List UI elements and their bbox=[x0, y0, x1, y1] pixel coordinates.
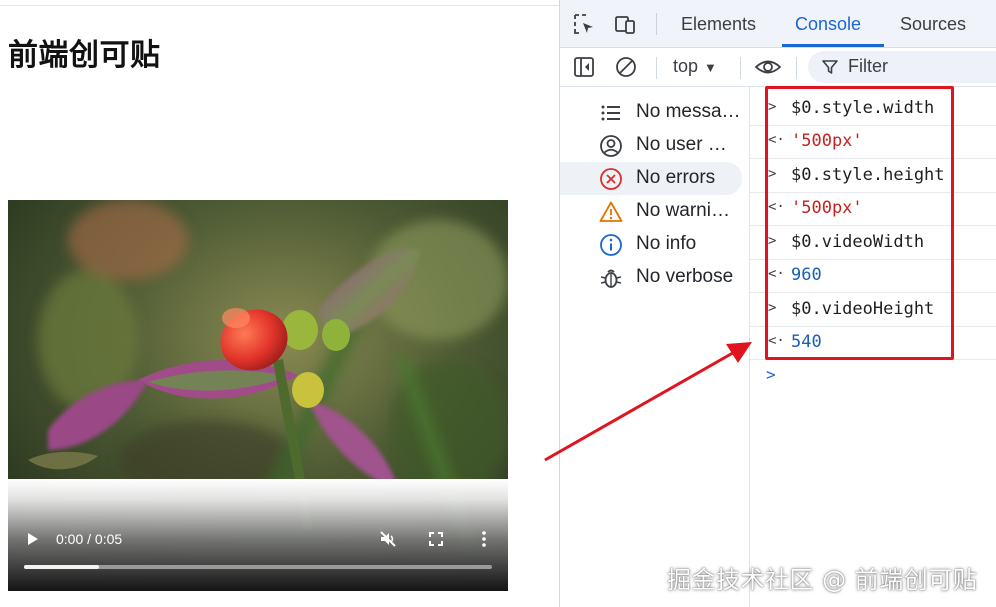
devtools-tabbar: Elements Console Sources bbox=[560, 0, 996, 48]
eye-icon[interactable] bbox=[754, 55, 782, 79]
console-toolbar: top ▼ Filter bbox=[560, 48, 996, 87]
filter-input[interactable]: Filter bbox=[808, 51, 996, 83]
divider bbox=[740, 57, 741, 79]
sidebar-item-label: No verbose bbox=[636, 266, 734, 287]
bug-icon bbox=[600, 269, 622, 288]
error-icon bbox=[600, 168, 622, 190]
filter-placeholder: Filter bbox=[848, 56, 888, 76]
page-title: 前端创可贴 bbox=[8, 38, 161, 73]
sidebar-item-label: No warni… bbox=[636, 200, 730, 221]
sidebar-item-label: No errors bbox=[636, 167, 716, 188]
sidebar-toggle-icon[interactable] bbox=[572, 55, 596, 79]
video-player[interactable]: 0:00 / 0:05 bbox=[8, 200, 508, 591]
clear-console-icon[interactable] bbox=[614, 55, 638, 79]
sidebar-item-label: No user … bbox=[636, 134, 727, 155]
divider bbox=[796, 57, 797, 79]
sidebar-item-errors[interactable]: No errors bbox=[560, 162, 749, 195]
context-selector[interactable]: top ▼ bbox=[673, 56, 717, 77]
sidebar-item-verbose[interactable]: No verbose bbox=[560, 261, 749, 294]
user-icon bbox=[600, 135, 622, 157]
warning-icon bbox=[599, 201, 623, 222]
console-prompt[interactable]: > bbox=[766, 365, 776, 384]
sidebar-item-warnings[interactable]: No warni… bbox=[560, 195, 749, 228]
tab-console[interactable]: Console bbox=[795, 14, 861, 35]
active-tab-indicator bbox=[782, 44, 884, 47]
divider bbox=[0, 5, 559, 6]
more-vert-icon[interactable] bbox=[474, 529, 494, 549]
divider bbox=[656, 57, 657, 79]
console-sidebar: No messa… No user … No errors No warni… … bbox=[560, 87, 750, 607]
muted-icon[interactable] bbox=[378, 529, 398, 549]
tab-sources[interactable]: Sources bbox=[900, 14, 966, 35]
sidebar-item-user-messages[interactable]: No user … bbox=[560, 129, 749, 162]
sidebar-item-messages[interactable]: No messa… bbox=[560, 96, 749, 129]
tab-elements[interactable]: Elements bbox=[681, 14, 756, 35]
sidebar-item-label: No messa… bbox=[636, 101, 741, 122]
annotation-highlight-box bbox=[765, 86, 954, 360]
divider bbox=[656, 13, 657, 35]
play-icon[interactable] bbox=[22, 529, 42, 549]
video-progress-fill bbox=[24, 565, 99, 569]
fullscreen-icon[interactable] bbox=[426, 529, 446, 549]
info-icon bbox=[600, 234, 622, 256]
filter-icon bbox=[822, 60, 838, 74]
list-icon bbox=[601, 105, 620, 121]
video-time: 0:00 / 0:05 bbox=[56, 531, 123, 547]
video-progress-bar[interactable] bbox=[24, 565, 492, 569]
sidebar-item-info[interactable]: No info bbox=[560, 228, 749, 261]
web-page: 前端创可贴 0:00 / 0:05 bbox=[0, 0, 559, 607]
sidebar-item-label: No info bbox=[636, 233, 697, 254]
inspect-element-icon[interactable] bbox=[573, 13, 595, 35]
dropdown-caret-icon: ▼ bbox=[704, 60, 717, 75]
watermark: 掘金技术社区 @ 前端创可贴 bbox=[667, 566, 978, 594]
context-value: top bbox=[673, 56, 699, 76]
device-toolbar-icon[interactable] bbox=[614, 13, 636, 35]
video-controls: 0:00 / 0:05 bbox=[8, 479, 508, 591]
